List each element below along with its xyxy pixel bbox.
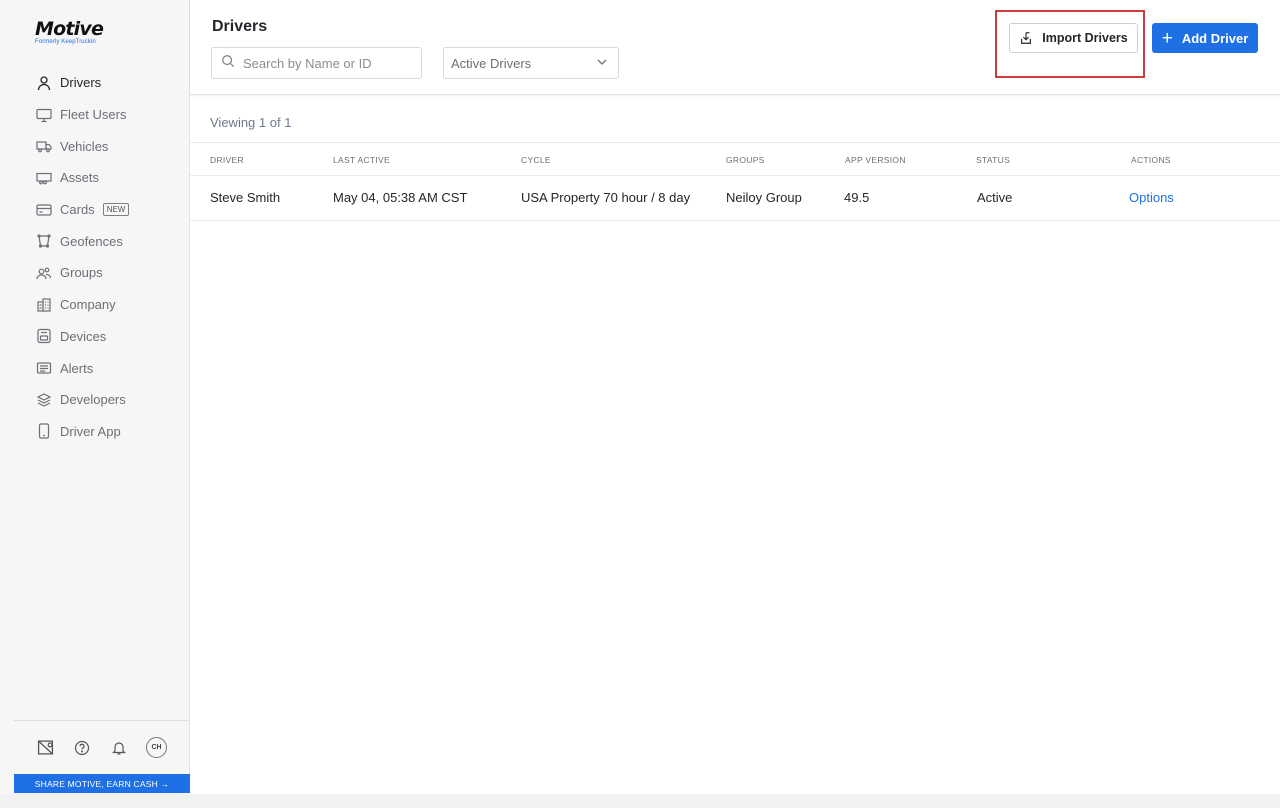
search-input[interactable] — [243, 55, 413, 71]
sidebar-item-assets[interactable]: Assets — [0, 162, 189, 194]
cell-status: Active — [977, 190, 1013, 205]
sidebar-item-label: Company — [60, 297, 116, 313]
monitor-icon — [35, 106, 52, 123]
sidebar-item-drivers[interactable]: Drivers — [0, 67, 189, 99]
trailer-icon — [35, 169, 52, 186]
logo-tagline: Formerly KeepTruckin — [35, 39, 96, 45]
sidebar-item-devices[interactable]: Devices — [0, 321, 189, 353]
sidebar-item-label: Geofences — [60, 233, 123, 249]
driver-status-filter[interactable]: Active Drivers — [443, 47, 619, 79]
sidebar-nav: Drivers Fleet Users Vehicles Assets Card… — [0, 67, 189, 447]
sidebar-item-label: Drivers — [60, 75, 102, 91]
groups-icon — [35, 264, 52, 281]
sidebar-item-driver-app[interactable]: Driver App — [0, 416, 189, 448]
sidebar-item-label: Devices — [60, 328, 107, 344]
layers-icon — [35, 391, 52, 408]
sidebar-item-label: Developers — [60, 392, 126, 408]
phone-icon — [35, 423, 52, 440]
sidebar-item-label: Groups — [60, 265, 103, 281]
help-icon[interactable] — [72, 738, 92, 758]
page-header: Drivers Active Drivers Import Drivers + … — [190, 0, 1280, 95]
column-header-cycle[interactable]: CYCLE — [521, 155, 551, 165]
add-driver-label: Add Driver — [1181, 30, 1249, 46]
sidebar-item-groups[interactable]: Groups — [0, 257, 189, 289]
search-box[interactable] — [211, 47, 422, 79]
sidebar-item-label: Alerts — [60, 360, 94, 376]
sidebar-item-developers[interactable]: Developers — [0, 384, 189, 416]
motive-logo[interactable]: Motive Formerly KeepTruckin — [35, 18, 104, 45]
sidebar-tools: CH — [35, 737, 167, 758]
column-header-last-active[interactable]: LAST ACTIVE — [333, 155, 390, 165]
table-header: DRIVER LAST ACTIVE CYCLE GROUPS APP VERS… — [190, 142, 1280, 176]
share-banner[interactable]: SHARE MOTIVE, EARN CASH → — [14, 774, 190, 793]
add-driver-button[interactable]: + Add Driver — [1152, 23, 1258, 53]
page-title: Drivers — [212, 18, 268, 35]
import-drivers-button[interactable]: Import Drivers — [1009, 23, 1138, 53]
import-drivers-label: Import Drivers — [1042, 31, 1128, 45]
sidebar-item-label: Vehicles — [60, 138, 109, 154]
sidebar-divider — [14, 720, 189, 721]
sidebar-item-fleet-users[interactable]: Fleet Users — [0, 99, 189, 131]
cell-last-active: May 04, 05:38 AM CST — [333, 190, 468, 205]
column-header-status[interactable]: STATUS — [976, 155, 1010, 165]
card-icon — [35, 201, 52, 218]
table-row[interactable]: Steve Smith May 04, 05:38 AM CST USA Pro… — [190, 176, 1280, 221]
column-header-driver[interactable]: DRIVER — [210, 155, 244, 165]
viewing-count: Viewing 1 of 1 — [210, 115, 292, 130]
column-header-actions: ACTIONS — [1131, 155, 1171, 165]
sidebar-item-company[interactable]: Company — [0, 289, 189, 321]
cell-driver[interactable]: Steve Smith — [210, 190, 280, 205]
sidebar-item-cards[interactable]: Cards NEW — [0, 194, 189, 226]
plus-icon: + — [1161, 27, 1173, 49]
map-icon[interactable] — [35, 738, 55, 758]
alert-icon — [35, 360, 52, 377]
bell-icon[interactable] — [109, 738, 129, 758]
import-icon — [1019, 31, 1033, 45]
sidebar-item-vehicles[interactable]: Vehicles — [0, 130, 189, 162]
sidebar-item-label: Cards — [60, 202, 95, 218]
sidebar-item-alerts[interactable]: Alerts — [0, 352, 189, 384]
column-header-app-version[interactable]: APP VERSION — [845, 155, 906, 165]
avatar[interactable]: CH — [146, 737, 167, 758]
device-icon — [35, 328, 52, 345]
user-icon — [35, 74, 52, 91]
cell-app-version: 49.5 — [844, 190, 870, 205]
chevron-down-icon — [596, 56, 608, 71]
geofence-icon — [35, 233, 52, 250]
column-header-groups[interactable]: GROUPS — [726, 155, 765, 165]
drivers-table: DRIVER LAST ACTIVE CYCLE GROUPS APP VERS… — [190, 142, 1280, 221]
sidebar-item-label: Assets — [60, 170, 100, 186]
new-badge: NEW — [102, 203, 130, 217]
truck-icon — [35, 138, 52, 155]
cell-groups: Neiloy Group — [726, 190, 802, 205]
bottom-strip — [0, 794, 1280, 808]
sidebar-item-geofences[interactable]: Geofences — [0, 225, 189, 257]
options-link[interactable]: Options — [1129, 190, 1174, 205]
filter-selected-value: Active Drivers — [451, 55, 532, 71]
search-icon — [221, 54, 235, 73]
cell-cycle: USA Property 70 hour / 8 day — [521, 190, 691, 205]
sidebar-item-label: Fleet Users — [60, 107, 127, 123]
sidebar-item-label: Driver App — [60, 423, 121, 439]
sidebar: Motive Formerly KeepTruckin Drivers Flee… — [0, 0, 190, 794]
building-icon — [35, 296, 52, 313]
main-content: Drivers Active Drivers Import Drivers + … — [190, 0, 1280, 794]
logo-wordmark: Motive — [35, 18, 104, 40]
